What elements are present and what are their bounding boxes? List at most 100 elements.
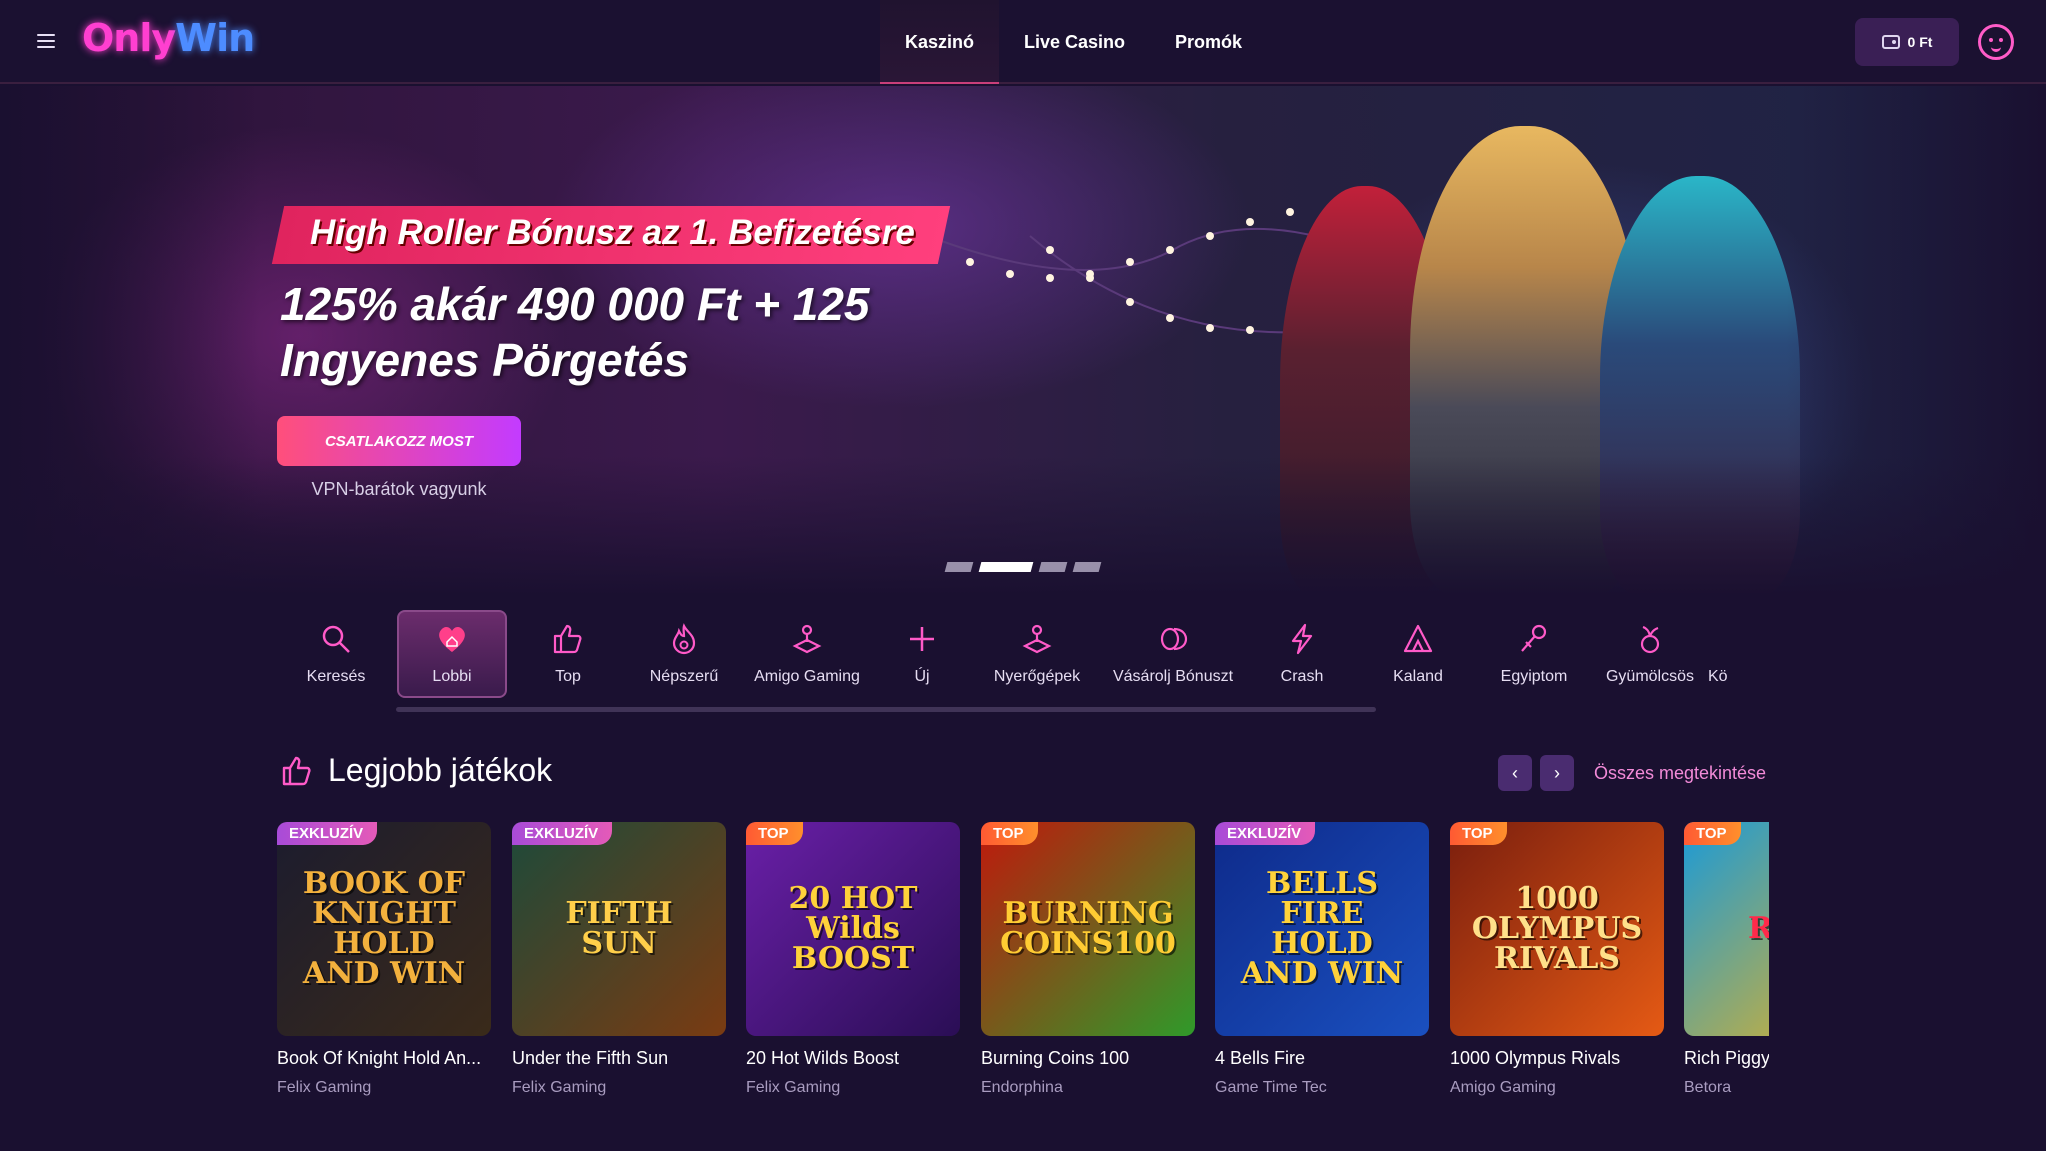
game-title[interactable]: 4 Bells Fire — [1215, 1048, 1429, 1069]
hero-fade-bottom — [0, 456, 2046, 596]
category-label: Új — [914, 668, 930, 685]
category-scrollbar[interactable] — [396, 707, 1376, 712]
game-title[interactable]: Rich Piggy — [1684, 1048, 1769, 1069]
category-search[interactable]: Keresés — [278, 610, 394, 698]
game-title[interactable]: Under the Fifth Sun — [512, 1048, 726, 1069]
category-label: Vásárolj Bónuszt — [1112, 668, 1234, 685]
light-bulb — [1126, 298, 1134, 306]
game-thumbnail[interactable]: BELLS FIRE HOLD AND WIN EXKLUZÍV — [1215, 822, 1429, 1036]
prev-arrow-button[interactable]: ‹ — [1498, 755, 1532, 791]
light-bulb — [1046, 246, 1054, 254]
game-card[interactable]: BURNING COINS100 TOP Burning Coins 100 Endo… — [981, 822, 1195, 1097]
light-bulb — [1166, 246, 1174, 254]
tent-icon — [1403, 624, 1433, 653]
game-card[interactable]: BELLS FIRE HOLD AND WIN EXKLUZÍV 4 Bells F… — [1215, 822, 1429, 1097]
game-thumbnail[interactable]: BURNING COINS100 TOP — [981, 822, 1195, 1036]
cherry-icon — [1640, 625, 1660, 654]
light-bulb — [1206, 324, 1214, 332]
category-buy-bonus[interactable]: Vásárolj Bónuszt — [1102, 610, 1244, 698]
game-provider: Endorphina — [981, 1079, 1063, 1096]
avatar-face-icon[interactable] — [1978, 24, 2014, 60]
light-bulb — [1246, 326, 1254, 334]
game-thumbnail[interactable]: BOOK OF KNIGHT HOLD AND WIN EXKLUZÍV — [277, 822, 491, 1036]
category-slots[interactable]: Nyerőgépek — [972, 610, 1102, 698]
category-label: Kaland — [1393, 668, 1443, 685]
nav-kaszino[interactable]: Kaszinó — [880, 0, 1000, 84]
see-all-link[interactable]: Összes megtekintése — [1594, 763, 1766, 784]
thumbs-up-icon — [282, 756, 311, 785]
game-thumbnail[interactable]: 1000 OLYMPUS RIVALS TOP — [1450, 822, 1664, 1036]
light-bulb — [966, 258, 974, 266]
category-label: Gyümölcsös — [1605, 668, 1695, 685]
carousel-dot[interactable] — [944, 562, 974, 572]
category-lobby[interactable]: Lobbi — [397, 610, 507, 698]
game-art-text: FIFTH SUN — [565, 896, 673, 961]
game-title[interactable]: 20 Hot Wilds Boost — [746, 1048, 960, 1069]
heart-home-icon — [439, 627, 465, 652]
game-badge: TOP — [981, 822, 1038, 845]
category-label: Top — [555, 668, 581, 685]
balance-amount: 0 Ft — [1907, 34, 1933, 50]
balance-button[interactable]: 0 Ft — [1855, 18, 1959, 66]
game-card[interactable]: 20 HOT Wilds BOOST TOP 20 Hot Wilds Boost F… — [746, 822, 960, 1097]
category-label: Nyerőgépek — [993, 668, 1081, 685]
light-bulb — [1166, 314, 1174, 322]
category-amigo-gaming[interactable]: Amigo Gaming — [742, 610, 872, 698]
game-provider: Felix Gaming — [746, 1079, 841, 1096]
game-provider: Amigo Gaming — [1450, 1079, 1556, 1096]
thumbs-up-icon — [553, 624, 582, 654]
game-title[interactable]: Book Of Knight Hold An... — [277, 1048, 491, 1069]
category-label: Crash — [1280, 668, 1324, 685]
game-thumbnail[interactable]: RI PI TOP — [1684, 822, 1769, 1036]
games-carousel: BOOK OF KNIGHT HOLD AND WIN EXKLUZÍV Book … — [277, 822, 1769, 1102]
hero-title: High Roller Bónusz az 1. Befizetésre — [310, 213, 915, 252]
nav-promok[interactable]: Promók — [1150, 0, 1267, 84]
game-badge: EXKLUZÍV — [277, 822, 378, 845]
game-card[interactable]: RI PI TOP Rich Piggy Betora — [1684, 822, 1769, 1097]
category-popular[interactable]: Népszerű — [626, 610, 742, 698]
category-fruits[interactable]: Gyümölcsös — [1592, 610, 1708, 698]
category-egypt[interactable]: Egyiptom — [1476, 610, 1592, 698]
category-top[interactable]: Top — [510, 610, 626, 698]
category-crash[interactable]: Crash — [1244, 610, 1360, 698]
flame-icon — [672, 623, 696, 655]
section-title: Legjobb játékok — [280, 752, 552, 789]
category-label: Lobbi — [432, 668, 472, 685]
category-adventure[interactable]: Kaland — [1360, 610, 1476, 698]
category-partial[interactable]: Kö — [1708, 610, 1738, 698]
hero-banner[interactable]: High Roller Bónusz az 1. Befizetésre 125… — [0, 86, 2046, 596]
light-bulb — [1126, 258, 1134, 266]
logo-text-win: Win — [175, 16, 255, 60]
light-bulb — [1006, 270, 1014, 278]
next-arrow-button[interactable]: › — [1540, 755, 1574, 791]
category-label: Népszerű — [649, 668, 719, 685]
light-bulb — [1206, 232, 1214, 240]
wallet-icon — [1881, 35, 1900, 49]
category-new[interactable]: Új — [872, 610, 972, 698]
ankh-icon — [1521, 624, 1547, 652]
main-nav: Kaszinó Live Casino Promók — [880, 0, 1267, 84]
light-bulb — [1086, 274, 1094, 282]
carousel-dot[interactable] — [1038, 562, 1068, 572]
carousel-dot[interactable] — [1072, 562, 1102, 572]
game-card[interactable]: FIFTH SUN EXKLUZÍV Under the Fifth Sun Feli… — [512, 822, 726, 1097]
game-title[interactable]: Burning Coins 100 — [981, 1048, 1195, 1069]
game-badge: TOP — [746, 822, 803, 845]
category-bar: Keresés Lobbi Top Népszerű Amigo Gaming … — [278, 610, 1768, 700]
game-thumbnail[interactable]: 20 HOT Wilds BOOST TOP — [746, 822, 960, 1036]
game-title[interactable]: 1000 Olympus Rivals — [1450, 1048, 1664, 1069]
game-art-text: RI PI — [1747, 911, 1769, 946]
nav-live-casino[interactable]: Live Casino — [999, 0, 1150, 84]
game-art-text: BELLS FIRE HOLD AND WIN — [1240, 866, 1404, 991]
game-badge: TOP — [1684, 822, 1741, 845]
top-header: OnlyWin Kaszinó Live Casino Promók 0 Ft — [0, 0, 2046, 84]
plus-icon — [910, 627, 934, 651]
game-thumbnail[interactable]: FIFTH SUN EXKLUZÍV — [512, 822, 726, 1036]
join-now-button[interactable]: CSATLAKOZZ MOST — [277, 416, 521, 466]
site-logo[interactable]: OnlyWin — [82, 16, 255, 60]
carousel-dots — [944, 562, 1102, 572]
game-card[interactable]: BOOK OF KNIGHT HOLD AND WIN EXKLUZÍV Book … — [277, 822, 491, 1097]
hamburger-menu-icon[interactable] — [37, 34, 55, 48]
carousel-dot-active[interactable] — [978, 562, 1034, 572]
game-card[interactable]: 1000 OLYMPUS RIVALS TOP 1000 Olympus Rival… — [1450, 822, 1664, 1097]
